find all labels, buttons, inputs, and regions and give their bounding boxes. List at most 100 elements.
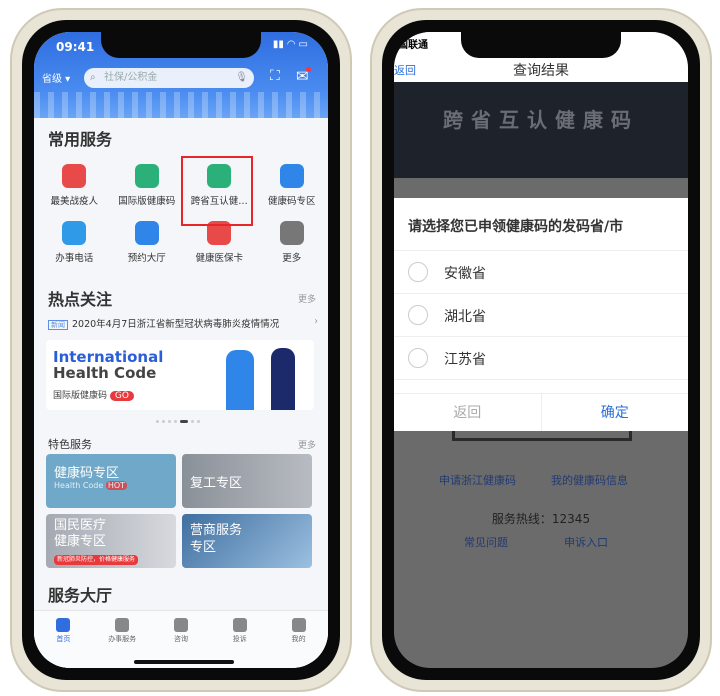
tab-icon <box>232 618 247 632</box>
card-health-code[interactable]: 健康码专区 Health Code HOT <box>46 454 176 508</box>
service-label: 更多 <box>282 253 302 264</box>
appeal-link[interactable]: 申诉入口 <box>564 534 608 550</box>
dialog-title: 请选择您已申领健康码的发码省/市 <box>408 219 624 235</box>
carousel-dot[interactable] <box>180 420 188 423</box>
qr-code-icon <box>134 164 159 188</box>
hot-topics-title: 热点关注 <box>48 290 113 309</box>
status-time: 09:41 <box>56 40 95 54</box>
tab-label: 办事服务 <box>108 635 137 643</box>
service-hall-title: 服务大厅 <box>48 586 113 605</box>
tab-icon <box>291 618 306 632</box>
province-dialog: 请选择您已申领健康码的发码省/市 安徽省湖北省江苏省 返回 确定 <box>394 198 688 431</box>
mail-icon[interactable]: ✉ <box>296 67 311 85</box>
tab-icon <box>115 618 130 632</box>
page-banner: 跨省互认健康码 <box>394 82 688 178</box>
carousel-dot[interactable] <box>156 420 159 423</box>
card-title: 健康码专区 <box>54 466 120 481</box>
clipboard-icon <box>62 221 87 245</box>
card-sub-text: Health Code <box>54 481 104 490</box>
banner-line2: Health Code <box>53 364 157 382</box>
service-item[interactable]: 国际版健康码 <box>111 164 184 207</box>
banner-sub-text: 国际版健康码 <box>53 391 108 401</box>
tab-label: 首页 <box>56 635 71 643</box>
right-phone: 国联通 返回 查询结果 跨省互认健康码 请选择您已申领健康码的发码省/市 安徽省… <box>370 8 712 692</box>
card-title: 营商服务 专区 <box>190 523 243 555</box>
highlight-box <box>181 156 253 226</box>
radio-button[interactable] <box>408 305 428 325</box>
my-code-link[interactable]: 我的健康码信息 <box>551 472 628 488</box>
card-sub: Health Code HOT <box>54 481 168 490</box>
search-input[interactable]: ⌕ 社保/公积金 🎙 <box>84 68 254 88</box>
international-health-code-banner[interactable]: International Health Code 国际版健康码 GO <box>46 340 314 410</box>
carousel-dot[interactable] <box>168 420 171 423</box>
go-button[interactable]: GO <box>109 391 134 401</box>
news-tag: 新闻 <box>48 320 68 330</box>
tab-icon <box>173 618 188 632</box>
illustration-person <box>226 350 254 410</box>
tab-item[interactable]: 我的 <box>269 615 328 668</box>
news-text: 2020年4月7日浙江省新型冠状病毒肺炎疫情情况 <box>72 319 280 330</box>
carousel-dot[interactable] <box>197 420 200 423</box>
tab-label: 我的 <box>291 635 306 643</box>
service-item[interactable]: 预约大厅 <box>111 221 184 264</box>
province-option[interactable]: 湖北省 <box>394 294 688 337</box>
tab-label: 咨询 <box>173 635 188 643</box>
carousel-dot[interactable] <box>191 420 194 423</box>
news-item[interactable]: 新闻 2020年4月7日浙江省新型冠状病毒肺炎疫情情况 › <box>48 316 318 330</box>
common-services-title: 常用服务 <box>48 130 113 149</box>
scan-icon[interactable]: ⛶ <box>270 68 280 84</box>
page-title: 查询结果 <box>513 63 569 79</box>
service-label: 预约大厅 <box>127 253 166 264</box>
card-title: 国民医疗 健康专区 <box>54 518 107 549</box>
banner-sub: 国际版健康码 GO <box>53 388 134 401</box>
service-label: 办事电话 <box>55 253 94 264</box>
carousel-dots <box>156 420 200 423</box>
card-business[interactable]: 营商服务 专区 <box>182 514 312 568</box>
province-option[interactable]: 安徽省 <box>394 251 688 294</box>
mic-icon[interactable]: 🎙 <box>235 68 248 88</box>
faq-link[interactable]: 常见问题 <box>464 534 508 550</box>
option-label: 安徽省 <box>444 266 486 282</box>
medal-icon <box>62 164 87 188</box>
apply-link[interactable]: 申请浙江健康码 <box>439 472 516 488</box>
card-return-to-work[interactable]: 复工专区 <box>182 454 312 508</box>
illustration-person <box>271 348 295 410</box>
hotline: 服务热线：12345 <box>491 512 591 526</box>
region-label: 省级 <box>42 74 62 85</box>
carousel-dot[interactable] <box>162 420 165 423</box>
featured-title: 特色服务 <box>48 438 92 451</box>
radio-button[interactable] <box>408 262 428 282</box>
service-label: 健康码专区 <box>267 196 316 207</box>
service-item[interactable]: 办事电话 <box>38 221 111 264</box>
featured-more-link[interactable]: 更多 <box>298 438 316 451</box>
radio-button[interactable] <box>408 348 428 368</box>
cancel-button[interactable]: 返回 <box>394 394 542 431</box>
notch <box>101 32 261 58</box>
service-label: 国际版健康码 <box>118 196 176 207</box>
search-placeholder: 社保/公积金 <box>104 72 158 83</box>
hot-more-link[interactable]: 更多 <box>298 292 316 305</box>
province-option[interactable]: 江苏省 <box>394 337 688 380</box>
confirm-button[interactable]: 确定 <box>542 394 689 431</box>
building-clock-icon <box>134 221 159 245</box>
tab-item[interactable]: 首页 <box>34 615 93 668</box>
home-indicator <box>134 660 234 664</box>
hot-badge: HOT <box>105 481 128 490</box>
result-screen: 国联通 返回 查询结果 跨省互认健康码 请选择您已申领健康码的发码省/市 安徽省… <box>394 32 688 668</box>
search-icon: ⌕ <box>90 72 96 83</box>
code-frame <box>452 431 632 441</box>
service-item[interactable]: 健康医保卡 <box>183 221 256 264</box>
notch <box>461 32 621 58</box>
carousel-dot[interactable] <box>174 420 177 423</box>
region-selector[interactable]: 省级 ▾ <box>42 70 70 85</box>
card-title: 复工专区 <box>190 476 243 491</box>
service-item[interactable]: 更多 <box>256 221 329 264</box>
option-label: 湖北省 <box>444 309 486 325</box>
qr-code-blue-icon <box>279 164 304 188</box>
tab-icon <box>56 618 71 632</box>
service-label: 最美战疫人 <box>50 196 98 207</box>
status-carrier: 国联通 <box>398 40 428 51</box>
card-medical[interactable]: 国民医疗 健康专区 新冠肺炎防控，价格健康服务 <box>46 514 176 568</box>
service-item[interactable]: 最美战疫人 <box>38 164 111 207</box>
service-item[interactable]: 健康码专区 <box>256 164 329 207</box>
